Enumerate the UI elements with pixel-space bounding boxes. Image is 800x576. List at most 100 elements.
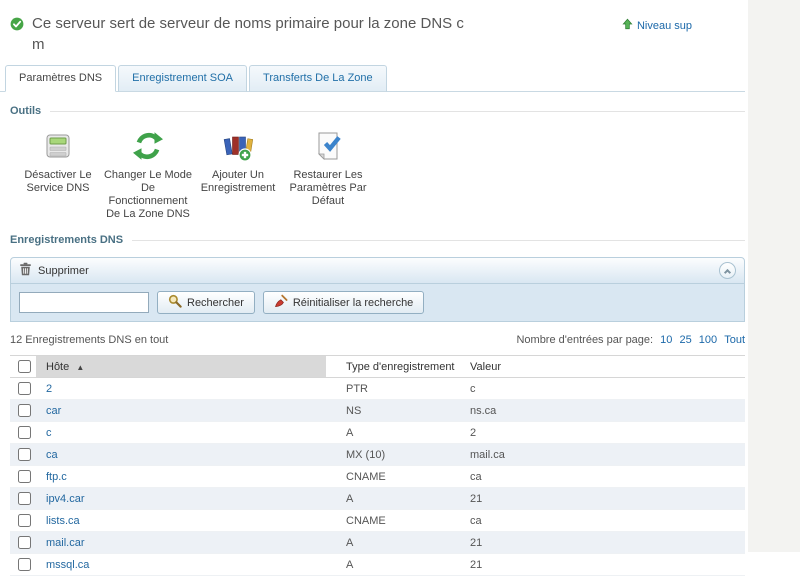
record-value: 21 <box>470 554 745 576</box>
row-checkbox[interactable] <box>18 536 31 549</box>
row-select-cell <box>10 532 36 554</box>
host-cell: lists.ca <box>36 510 326 532</box>
host-link[interactable]: ca <box>46 449 58 461</box>
record-value: ca <box>470 510 745 532</box>
delete-button-label: Supprimer <box>38 265 89 277</box>
section-divider <box>132 240 745 241</box>
delete-button[interactable]: Supprimer <box>19 262 89 279</box>
tab-transferts-de-la-zone[interactable]: Transferts De La Zone <box>249 65 387 92</box>
row-checkbox[interactable] <box>18 492 31 505</box>
host-cell: ipv4.car <box>36 488 326 510</box>
column-header-value[interactable]: Valeur <box>470 356 745 378</box>
search-button-label: Rechercher <box>187 297 244 309</box>
records-toolbar: Supprimer <box>10 257 745 284</box>
record-value: 21 <box>470 488 745 510</box>
restore-defaults-icon <box>312 130 344 162</box>
record-type: A <box>326 554 470 576</box>
record-type: A <box>326 532 470 554</box>
host-link[interactable]: ipv4.car <box>46 493 85 505</box>
per-page-100[interactable]: 100 <box>699 334 717 346</box>
tab-parametres-dns[interactable]: Paramètres DNS <box>5 65 116 92</box>
host-link[interactable]: ftp.c <box>46 471 67 483</box>
tool-change-zone-mode[interactable]: Changer Le Mode De Fonctionnement De La … <box>103 130 193 221</box>
record-type: A <box>326 422 470 444</box>
host-cell: c <box>36 422 326 444</box>
tools-row: Désactiver Le Service DNS Changer Le Mod… <box>0 130 748 221</box>
per-page-25[interactable]: 25 <box>679 334 691 346</box>
search-panel: Rechercher Réinitialiser la recherche <box>10 284 745 322</box>
table-row: mssql.ca A 21 <box>10 554 745 576</box>
records-list-box: Supprimer Rechercher <box>10 257 745 322</box>
tool-label: Ajouter Un Enregistrement <box>193 169 283 195</box>
tool-restore-defaults[interactable]: Restaurer Les Paramètres Par Défaut <box>283 130 373 221</box>
host-cell: car <box>36 400 326 422</box>
select-all-cell <box>10 356 36 378</box>
dns-service-icon <box>42 130 74 162</box>
per-page-10[interactable]: 10 <box>660 334 672 346</box>
record-value: mail.ca <box>470 444 745 466</box>
up-level-link[interactable]: Niveau sup <box>622 18 692 33</box>
per-page-all[interactable]: Tout <box>724 334 745 346</box>
record-value: 21 <box>470 532 745 554</box>
row-select-cell <box>10 554 36 576</box>
status-text-line2: m <box>32 34 464 55</box>
refresh-icon <box>132 130 164 162</box>
check-circle-icon <box>10 17 24 34</box>
tab-enregistrement-soa[interactable]: Enregistrement SOA <box>118 65 247 92</box>
host-link[interactable]: c <box>46 427 52 439</box>
row-select-cell <box>10 488 36 510</box>
column-header-type[interactable]: Type d'enregistrement <box>326 356 470 378</box>
record-type: A <box>326 488 470 510</box>
table-row: ca MX (10) mail.ca <box>10 444 745 466</box>
tools-section-title: Outils <box>10 105 41 117</box>
up-level-label: Niveau sup <box>637 20 692 32</box>
reset-search-button[interactable]: Réinitialiser la recherche <box>263 291 424 314</box>
table-row: ipv4.car A 21 <box>10 488 745 510</box>
host-link[interactable]: lists.ca <box>46 515 80 527</box>
row-select-cell <box>10 422 36 444</box>
select-all-checkbox[interactable] <box>18 360 31 373</box>
records-section-title: Enregistrements DNS <box>10 234 123 246</box>
search-input[interactable] <box>19 292 149 313</box>
host-link[interactable]: car <box>46 405 61 417</box>
row-select-cell <box>10 444 36 466</box>
dns-records-tbody: 2 PTR c car NS ns.ca c A 2 ca MX (10) ma… <box>10 378 745 576</box>
row-checkbox[interactable] <box>18 382 31 395</box>
tools-section-header: Outils <box>10 105 745 117</box>
row-checkbox[interactable] <box>18 470 31 483</box>
table-header-row: Hôte ▲ Type d'enregistrement Valeur <box>10 356 745 378</box>
column-header-host[interactable]: Hôte ▲ <box>36 356 326 378</box>
status-text-line1: Ce serveur sert de serveur de noms prima… <box>32 13 464 34</box>
tool-label: Restaurer Les Paramètres Par Défaut <box>283 169 373 208</box>
column-header-host-label: Hôte <box>46 361 69 373</box>
table-row: lists.ca CNAME ca <box>10 510 745 532</box>
row-checkbox[interactable] <box>18 514 31 527</box>
status-text: Ce serveur sert de serveur de noms prima… <box>32 13 464 55</box>
row-select-cell <box>10 510 36 532</box>
row-select-cell <box>10 466 36 488</box>
record-type: CNAME <box>326 466 470 488</box>
tool-disable-dns-service[interactable]: Désactiver Le Service DNS <box>13 130 103 221</box>
record-value: 2 <box>470 422 745 444</box>
row-checkbox[interactable] <box>18 404 31 417</box>
row-checkbox[interactable] <box>18 448 31 461</box>
record-value: ca <box>470 466 745 488</box>
tool-label: Désactiver Le Service DNS <box>13 169 103 195</box>
host-link[interactable]: mssql.ca <box>46 559 89 571</box>
records-count: 12 Enregistrements DNS en tout <box>10 334 168 346</box>
search-button[interactable]: Rechercher <box>157 291 255 314</box>
host-link[interactable]: 2 <box>46 383 52 395</box>
per-page-label: Nombre d'entrées par page: <box>516 334 653 346</box>
row-checkbox[interactable] <box>18 558 31 571</box>
dns-settings-page: Ce serveur sert de serveur de noms prima… <box>0 0 748 576</box>
trash-icon <box>19 262 32 279</box>
reset-search-button-label: Réinitialiser la recherche <box>293 297 413 309</box>
record-type: NS <box>326 400 470 422</box>
summary-row: 12 Enregistrements DNS en tout Nombre d'… <box>10 334 745 346</box>
table-row: 2 PTR c <box>10 378 745 400</box>
table-row: c A 2 <box>10 422 745 444</box>
collapse-toolbar-button[interactable] <box>719 262 736 279</box>
tool-add-record[interactable]: Ajouter Un Enregistrement <box>193 130 283 221</box>
host-link[interactable]: mail.car <box>46 537 85 549</box>
row-checkbox[interactable] <box>18 426 31 439</box>
